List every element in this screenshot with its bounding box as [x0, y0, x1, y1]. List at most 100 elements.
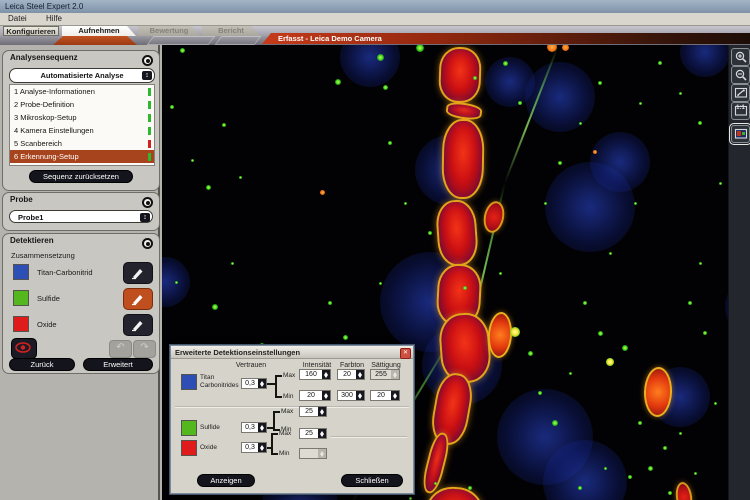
dlg-sulfide-label: Sulfide [200, 424, 220, 432]
spinner-icon[interactable] [356, 391, 364, 400]
titan-min-intensitaet-input[interactable]: 20 [299, 390, 331, 401]
dlg-oxide-label: Oxide [200, 444, 217, 452]
sulfide-particle [694, 472, 697, 475]
oxide-phase-label: Oxide [37, 320, 57, 329]
sulfide-particle [658, 61, 662, 65]
value: 25 [300, 407, 318, 416]
preview-eye-button[interactable] [11, 338, 37, 359]
sulfide-particle [191, 159, 194, 162]
dialog-title: Erweiterte Detektionseinstellungen [175, 348, 300, 357]
sulfide-particle [628, 475, 632, 479]
scale-1-1-icon[interactable]: 1:1 [731, 102, 750, 120]
titan-max-intensitaet-input[interactable]: 160 [299, 369, 331, 380]
redo-button[interactable]: ↷ [133, 340, 156, 358]
sulfide-particle [604, 467, 607, 470]
reset-sequence-button[interactable]: Sequenz zurücksetzen [29, 170, 133, 183]
sulfide-particle [528, 351, 533, 356]
sulfide-particle [388, 141, 392, 145]
spinner-icon[interactable] [258, 423, 266, 432]
step-mikroskop-setup[interactable]: 3 Mikroskop-Setup [10, 111, 154, 124]
tab-aufnehmen[interactable]: Aufnehmen [62, 26, 136, 36]
sulfide-vertrauen-input[interactable]: 0,3 [241, 422, 267, 433]
titan-max-saettigung-input[interactable]: 255 [370, 369, 400, 380]
spinner-icon[interactable] [356, 370, 364, 379]
bracket-line [277, 396, 282, 398]
fit-to-window-icon[interactable] [731, 84, 750, 102]
sulfide-particle [609, 252, 612, 255]
sulfide-pick-color-button[interactable] [123, 288, 153, 310]
titan-phase-label: Titan-Carbonitrid [37, 268, 93, 277]
step-label: 1 Analyse-Informationen [14, 87, 95, 96]
value: 255 [371, 370, 391, 379]
titan-max-label: Max [283, 372, 295, 380]
oxide-vertrauen-input[interactable]: 0,3 [241, 442, 267, 453]
step-analyse-informationen[interactable]: 1 Analyse-Informationen [10, 85, 154, 98]
spinner-icon[interactable] [322, 391, 330, 400]
titan-min-farbton-input[interactable]: 300 [337, 390, 365, 401]
dialog-titlebar[interactable]: Erweiterte Detektionseinstellungen [171, 346, 413, 359]
spinner-icon[interactable] [391, 391, 399, 400]
sulfide-particle [679, 92, 682, 95]
probe-dropdown[interactable]: Probe1 ↕ [9, 210, 153, 223]
spinner-icon[interactable] [318, 429, 326, 438]
oxide-min-input[interactable] [299, 448, 327, 459]
col-farbton: Farbton [336, 362, 368, 369]
sulfide-particle [231, 262, 234, 265]
sulfide-particle [638, 421, 642, 425]
sulfide-max-input[interactable]: 25 [299, 406, 327, 417]
panel-menu-icon[interactable] [142, 197, 153, 208]
menu-hilfe[interactable]: Hilfe [42, 13, 66, 25]
tab-bericht[interactable]: Bericht [202, 26, 260, 36]
step-erkennung-setup[interactable]: 6 Erkennung-Setup [10, 150, 154, 163]
blue-glow-region [590, 132, 650, 192]
zoom-in-icon[interactable] [731, 48, 750, 66]
sulfide-particle [598, 81, 602, 85]
detect-panel-title: Detektieren [3, 234, 159, 248]
titan-min-saettigung-input[interactable]: 20 [370, 390, 400, 401]
menu-datei[interactable]: Datei [4, 13, 31, 25]
close-icon[interactable]: ✕ [400, 348, 411, 359]
spinner-icon[interactable] [391, 370, 399, 379]
show-button[interactable]: Anzeigen [197, 474, 255, 487]
spinner-icon[interactable]: ↕ [140, 213, 150, 222]
sulfide-particle [499, 272, 502, 275]
advanced-button[interactable]: Erweitert [83, 358, 153, 371]
sulfide-particle [714, 402, 717, 405]
spinner-icon[interactable]: ↕ [142, 71, 152, 80]
panel-menu-icon[interactable] [142, 238, 153, 249]
spinner-icon[interactable] [258, 379, 266, 388]
col-saettigung: Sättigung [368, 362, 404, 369]
undo-button[interactable]: ↶ [109, 340, 132, 358]
oxide-particle [674, 481, 694, 500]
dlg-titan-swatch [181, 374, 197, 390]
analysis-sequence-panel: Analysensequenz Automatisierte Analyse ↕… [2, 50, 160, 191]
step-scanbereich[interactable]: 5 Scanbereich [10, 137, 154, 150]
spinner-icon[interactable] [318, 449, 326, 458]
zoom-out-icon[interactable] [731, 66, 750, 84]
spinner-icon[interactable] [258, 443, 266, 452]
panel-menu-icon[interactable] [142, 55, 153, 66]
spinner-icon[interactable] [322, 370, 330, 379]
sulfide-particle [679, 432, 682, 435]
titan-max-farbton-input[interactable]: 20 [337, 369, 365, 380]
titan-vertrauen-input[interactable]: 0,3 [241, 378, 267, 389]
step-label: 2 Probe-Definition [14, 100, 74, 109]
spinner-icon[interactable] [318, 407, 326, 416]
sulfide-particle [698, 121, 702, 125]
live-image-icon[interactable] [731, 125, 750, 143]
status-indicator [148, 153, 151, 161]
tab-bewertung[interactable]: Bewertung [138, 26, 200, 36]
sulfide-particle [663, 446, 667, 450]
tab-konfigurieren[interactable]: Konfigurieren [3, 26, 59, 36]
oxide-max-input[interactable]: 25 [299, 428, 327, 439]
dialog-close-button[interactable]: Schließen [341, 474, 403, 487]
menu-bar: Datei Hilfe [0, 13, 750, 26]
back-button[interactable]: Zurück [9, 358, 75, 371]
sulfide-particle [569, 372, 572, 375]
sequence-dropdown[interactable]: Automatisierte Analyse ↕ [9, 68, 155, 83]
titan-pick-color-button[interactable] [123, 262, 153, 284]
step-kamera-einstellungen[interactable]: 4 Kamera Einstellungen [10, 124, 154, 137]
step-probe-definition[interactable]: 2 Probe-Definition [10, 98, 154, 111]
value: 0,3 [242, 423, 258, 432]
oxide-pick-color-button[interactable] [123, 314, 153, 336]
